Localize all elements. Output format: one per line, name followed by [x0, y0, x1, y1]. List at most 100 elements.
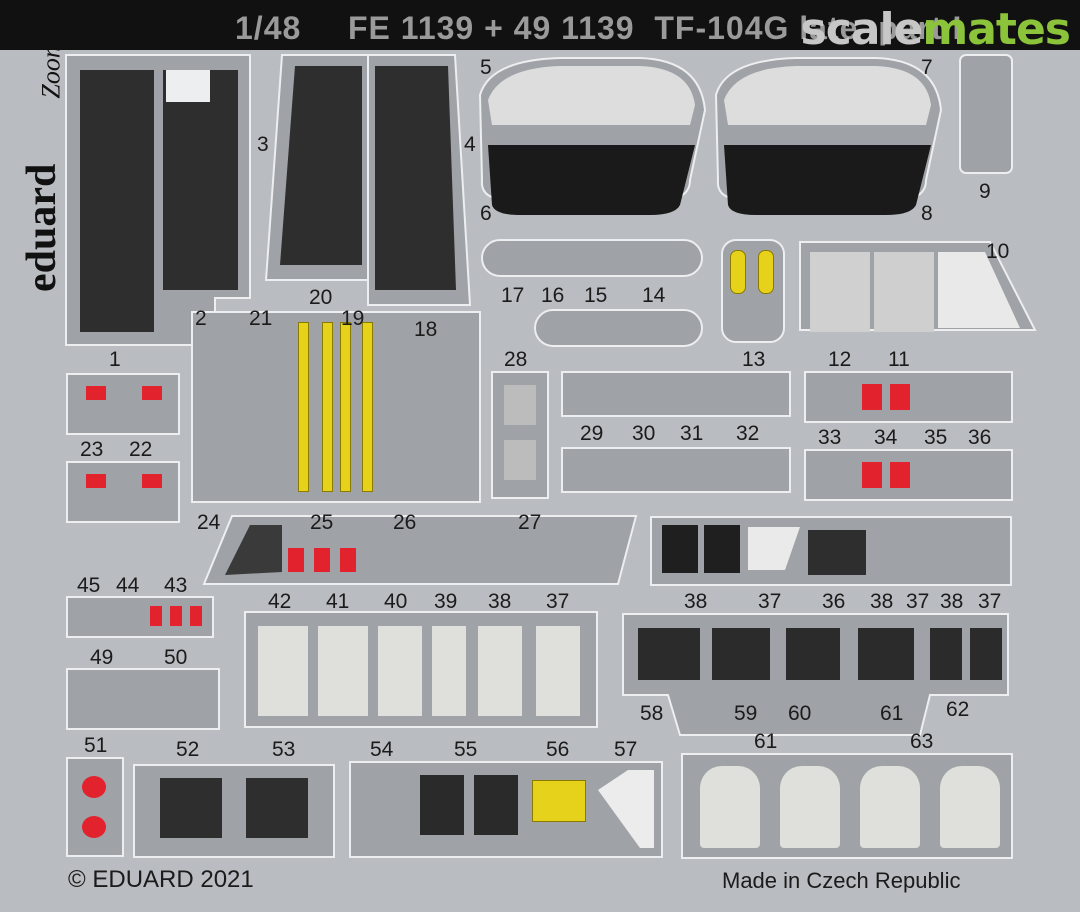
- part-number-50: 45: [77, 574, 101, 597]
- part-43: [478, 626, 522, 716]
- part-number-40: 37: [758, 590, 782, 613]
- part-number-54: 52: [176, 738, 200, 761]
- part-number-55: 53: [272, 738, 296, 761]
- part-number-12: 12: [828, 348, 852, 371]
- part-number-58: 56: [546, 738, 570, 761]
- part-number-52: 50: [164, 646, 188, 669]
- part-57b: [474, 775, 518, 835]
- part-number-30: 30: [632, 422, 656, 445]
- part-number-7: 7: [921, 56, 933, 79]
- part-1-red-b: [142, 386, 162, 400]
- part-10-left-face: [810, 252, 870, 332]
- part-34-red-a: [862, 462, 882, 488]
- part-number-2: 2: [195, 307, 207, 330]
- part-number-21: 21: [249, 307, 273, 330]
- part-1: [66, 373, 180, 435]
- part-51-52: [66, 668, 220, 730]
- part-number-18: 18: [414, 318, 438, 341]
- part-number-38b: 38: [940, 590, 964, 613]
- part-25-red-c: [340, 548, 356, 572]
- part-number-63: 62: [946, 698, 970, 721]
- part-22-red: [142, 474, 162, 488]
- part-45: [378, 626, 422, 716]
- part-number-29: 29: [580, 422, 604, 445]
- part-28-upper: [504, 385, 536, 425]
- part-number-51: 49: [90, 646, 114, 669]
- part-63a: [930, 628, 962, 680]
- part-53-red-a: [82, 776, 106, 798]
- part-number-5: 5: [480, 56, 492, 79]
- part-number-15: 15: [584, 284, 608, 307]
- part-number-42: 37: [546, 590, 570, 613]
- part-number-13: 13: [742, 348, 766, 371]
- origin-text: Made in Czech Republic: [722, 868, 961, 893]
- part-number-19: 19: [341, 307, 365, 330]
- part-number-11: 11: [888, 348, 910, 371]
- part-number-22: 22: [129, 438, 153, 461]
- part-17-strip: [481, 239, 703, 277]
- part-44: [432, 626, 466, 716]
- part-42: [536, 626, 580, 716]
- part-number-57: 55: [454, 738, 478, 761]
- part-5-upper-panel: [488, 66, 695, 125]
- part-2-console-right: [163, 70, 238, 290]
- part-41b: [704, 525, 740, 573]
- part-29-32-upper: [561, 371, 791, 417]
- part-46: [318, 626, 368, 716]
- part-62: [786, 628, 840, 680]
- part-number-3: 3: [257, 133, 269, 156]
- part-number-34: 34: [874, 426, 898, 449]
- part-11-red-a: [862, 384, 882, 410]
- part-20-strip-a: [298, 322, 309, 492]
- part-64-d: [940, 766, 1000, 848]
- part-64-b: [780, 766, 840, 848]
- part-number-17: 17: [501, 284, 525, 307]
- part-number-16: 16: [541, 284, 565, 307]
- part-9: [959, 54, 1013, 174]
- part-22-23: [66, 461, 180, 523]
- part-number-37a: 37: [906, 590, 930, 613]
- part-number-6: 6: [480, 202, 492, 225]
- part-number-33: 33: [818, 426, 842, 449]
- part-number-61a: 59: [734, 702, 758, 725]
- part-19-strip-b: [362, 322, 373, 492]
- photo-etch-fret: 1/48 FE 1139 + 49 1139 TF-104G late part…: [0, 0, 1080, 912]
- part-41a: [662, 525, 698, 573]
- part-63b: [970, 628, 1002, 680]
- part-number-27: 27: [518, 511, 542, 534]
- part-number-23: 23: [80, 438, 104, 461]
- part-2-white-plate: [166, 70, 210, 102]
- part-19-strip-a: [340, 322, 351, 492]
- part-11-red-b: [890, 384, 910, 410]
- part-54-face: [160, 778, 222, 838]
- part-number-45: 40: [384, 590, 408, 613]
- part-57a: [420, 775, 464, 835]
- part-number-64a: 61: [754, 730, 778, 753]
- part-34-red-b: [890, 462, 910, 488]
- part-64-a: [700, 766, 760, 848]
- part-number-61b: 61: [880, 702, 904, 725]
- part-number-31: 31: [680, 422, 704, 445]
- part-53: [66, 757, 124, 857]
- part-39: [808, 530, 866, 575]
- part-64-c: [860, 766, 920, 848]
- part-61b: [858, 628, 914, 680]
- part-number-24: 24: [197, 511, 221, 534]
- part-48-red-a: [150, 606, 162, 626]
- part-25-red-a: [288, 548, 304, 572]
- part-8-lower-panel: [724, 145, 931, 215]
- part-number-53: 51: [84, 734, 108, 757]
- parts-artwork: [65, 54, 1037, 859]
- part-number-4: 4: [464, 133, 476, 156]
- part-25-red-b: [314, 548, 330, 572]
- part-number-59: 57: [614, 738, 638, 761]
- part-7-upper-panel: [724, 66, 931, 125]
- part-number-64b: 63: [910, 730, 934, 753]
- part-61a: [712, 628, 770, 680]
- part-20-strip-b: [322, 322, 333, 492]
- part-number-56: 54: [370, 738, 394, 761]
- part-47: [258, 626, 308, 716]
- part-1-red-a: [86, 386, 106, 400]
- part-number-1: 1: [109, 348, 121, 371]
- part-number-60: 58: [640, 702, 664, 725]
